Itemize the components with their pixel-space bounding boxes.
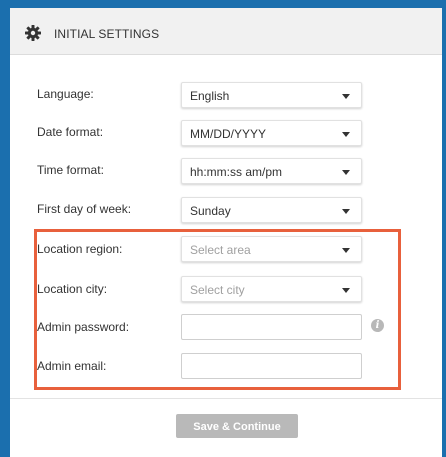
- first-day-label: First day of week:: [37, 202, 132, 216]
- gear-icon: [25, 25, 41, 41]
- language-label: Language:: [37, 87, 94, 101]
- chevron-down-icon: [342, 170, 350, 175]
- first-day-value: Sunday: [190, 204, 231, 218]
- time-format-label: Time format:: [37, 163, 104, 177]
- date-format-value: MM/DD/YYYY: [190, 127, 267, 141]
- time-format-select[interactable]: hh:mm:ss am/pm: [181, 158, 362, 184]
- chevron-down-icon: [342, 209, 350, 214]
- time-format-value: hh:mm:ss am/pm: [190, 165, 283, 179]
- date-format-label: Date format:: [37, 125, 104, 139]
- chevron-down-icon: [342, 94, 350, 99]
- language-select[interactable]: English: [181, 82, 362, 108]
- first-day-select[interactable]: Sunday: [181, 197, 362, 223]
- save-continue-button[interactable]: Save & Continue: [176, 414, 298, 438]
- date-format-select[interactable]: MM/DD/YYYY: [181, 120, 362, 146]
- chevron-down-icon: [342, 132, 350, 137]
- right-border: [442, 0, 446, 457]
- language-value: English: [190, 89, 230, 103]
- left-border: [0, 0, 10, 457]
- panel-title: INITIAL SETTINGS: [54, 27, 160, 41]
- highlight-box: [34, 229, 401, 390]
- top-border: [0, 0, 446, 8]
- window: INITIAL SETTINGS Language: English Date …: [0, 0, 446, 457]
- footer-divider: [10, 398, 442, 399]
